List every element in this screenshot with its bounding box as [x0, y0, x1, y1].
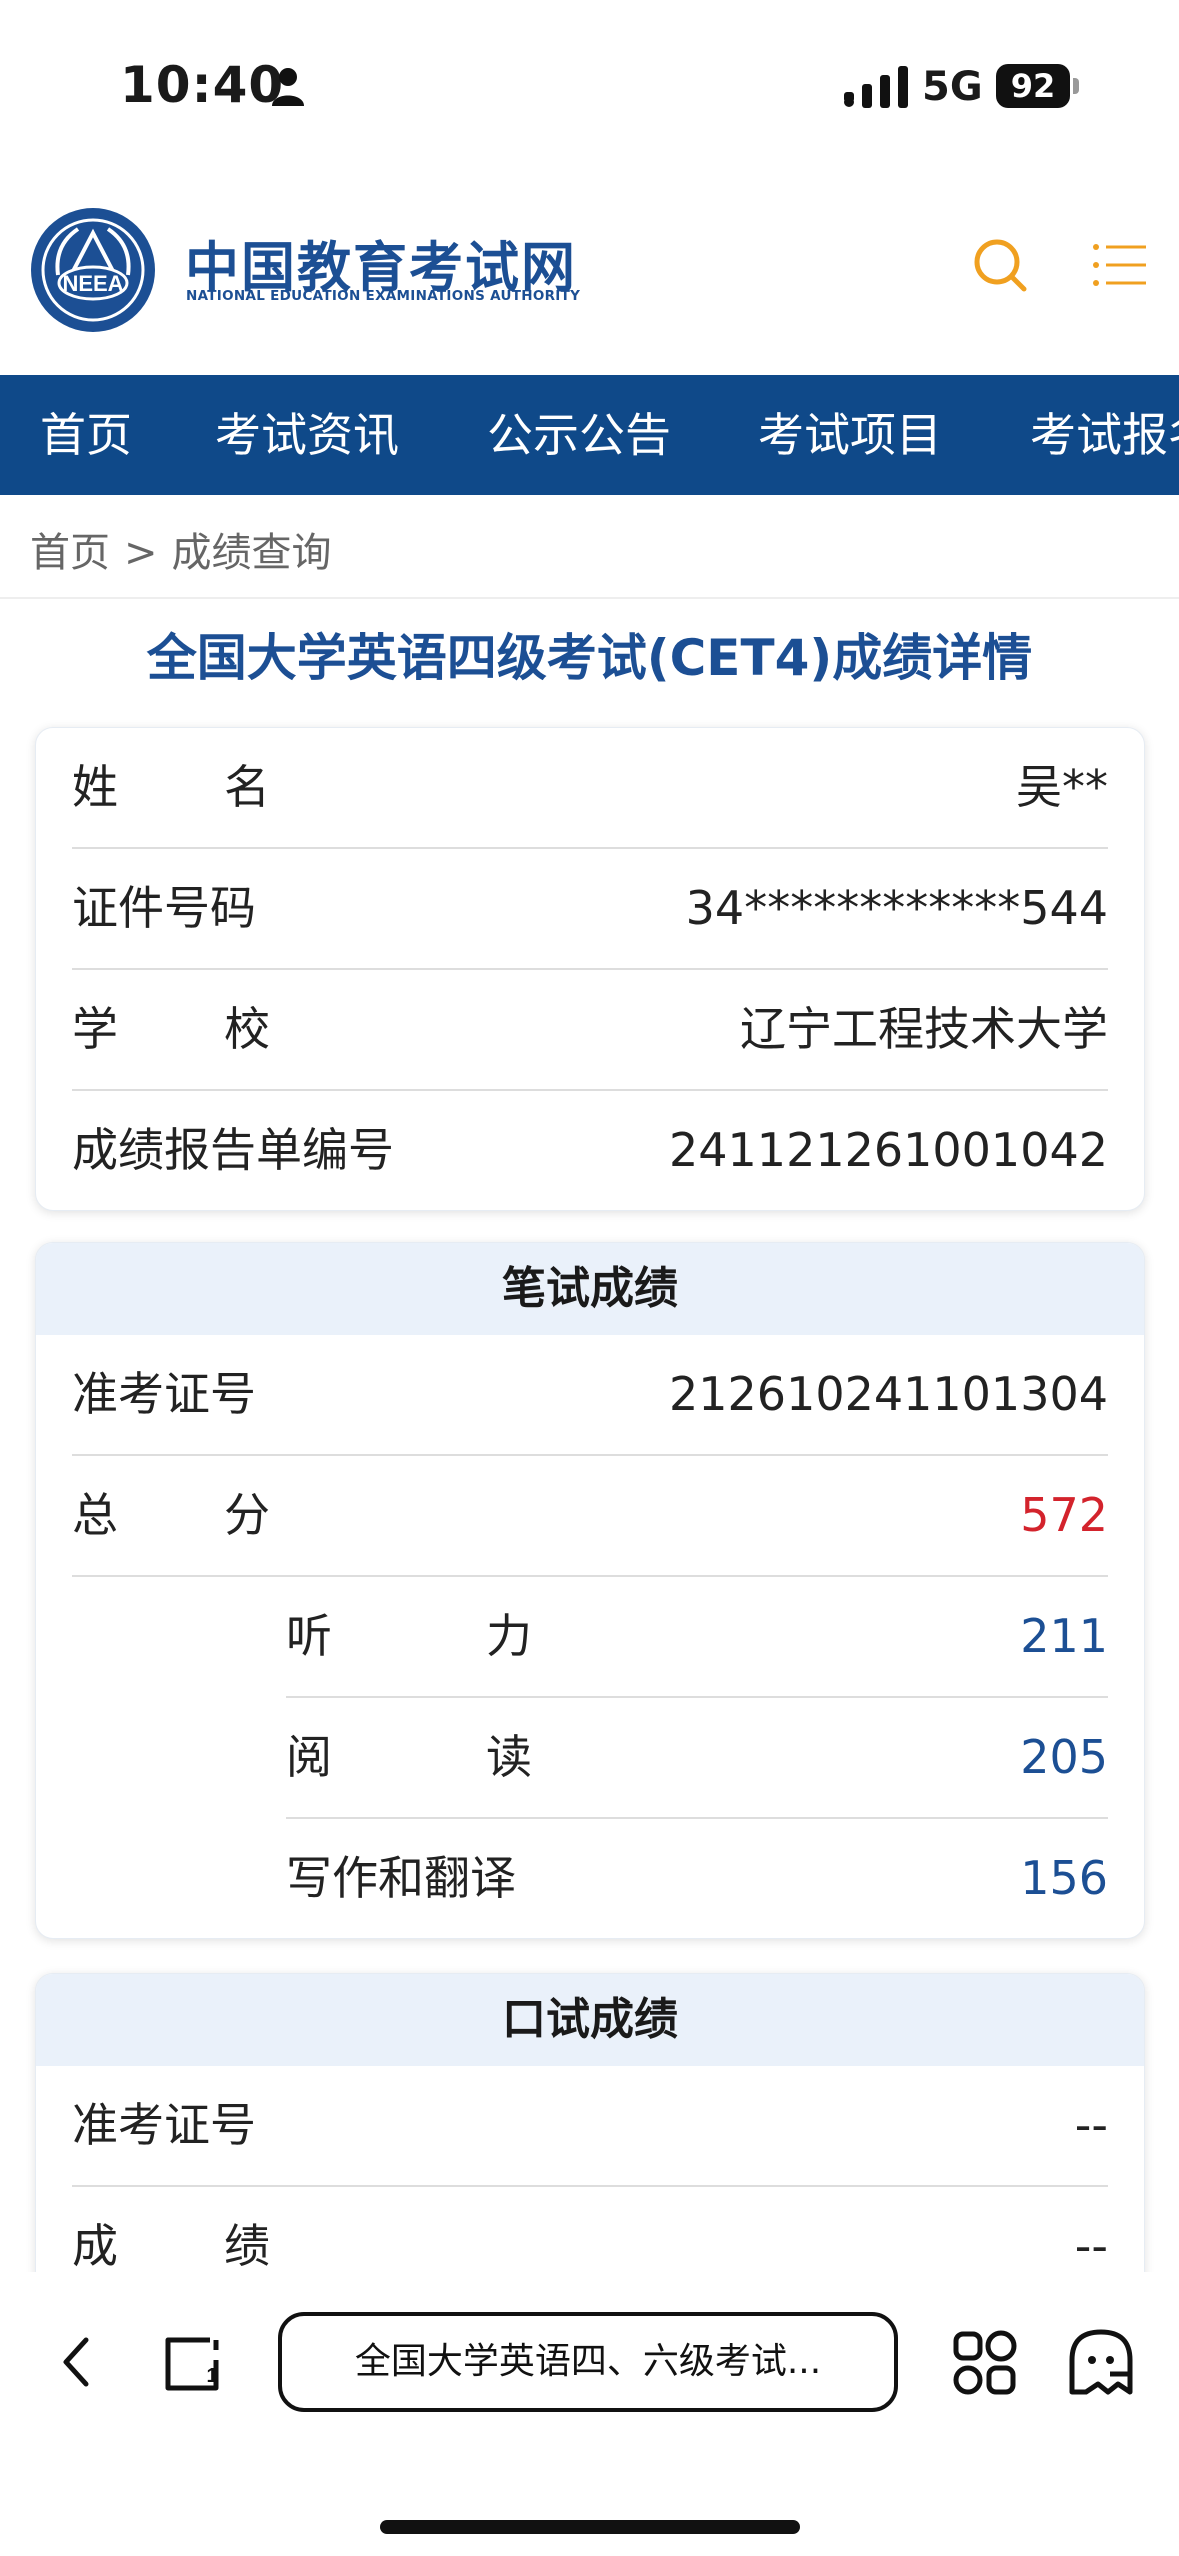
name-label: 姓名: [72, 760, 270, 814]
breadcrumb-home[interactable]: 首页: [30, 530, 110, 576]
svg-text:NEEA: NEEA: [62, 271, 123, 296]
battery-icon: 92: [996, 64, 1080, 108]
nav-item-exams[interactable]: 考试项目: [758, 375, 942, 495]
reading-score-value: 205: [1020, 1730, 1108, 1784]
back-icon[interactable]: [56, 2332, 96, 2392]
breadcrumb: 首页 > 成绩查询: [30, 520, 332, 578]
nav-item-notices[interactable]: 公示公告: [487, 375, 671, 495]
school-label: 学校: [72, 1002, 270, 1056]
person-icon: [272, 68, 304, 106]
school-value: 辽宁工程技术大学: [740, 1002, 1108, 1056]
total-label: 总分: [72, 1488, 270, 1542]
written-score-card: 笔试成绩 准考证号 212610241101304 总分 572 听力 211 …: [35, 1242, 1145, 1939]
written-score-title: 笔试成绩: [36, 1243, 1144, 1335]
neea-logo-icon[interactable]: NEEA: [28, 205, 158, 335]
oral-score-title: 口试成绩: [36, 1974, 1144, 2066]
oral-score-card: 口试成绩 准考证号 -- 成绩 --: [35, 1973, 1145, 2307]
report-row: 成绩报告单编号 241121261001042: [72, 1091, 1108, 1210]
listening-row: 听力 211: [286, 1577, 1108, 1698]
home-indicator: [380, 2520, 800, 2534]
page-title: 全国大学英语四级考试(CET4)成绩详情: [146, 629, 1033, 687]
battery-level: 92: [996, 64, 1070, 108]
site-header: NEEA 中国教育考试网 NATIONAL EDUCATION EXAMINAT…: [0, 195, 1179, 375]
assistant-icon[interactable]: [1066, 2326, 1136, 2398]
school-row: 学校 辽宁工程技术大学: [72, 970, 1108, 1091]
site-logo-subtitle: NATIONAL EDUCATION EXAMINATIONS AUTHORIT…: [186, 288, 581, 304]
id-row: 证件号码 34************544: [72, 849, 1108, 970]
menu-icon[interactable]: [1090, 235, 1150, 295]
listening-label: 听力: [286, 1609, 532, 1663]
nav-item-registration[interactable]: 考试报名: [1030, 375, 1179, 495]
id-value: 34************544: [685, 881, 1108, 935]
status-bar: 10:40 5G 92: [0, 0, 1179, 170]
report-label: 成绩报告单编号: [72, 1123, 394, 1177]
divider: [0, 597, 1179, 599]
status-time: 10:40: [120, 56, 285, 114]
writing-score-value: 156: [1020, 1851, 1108, 1905]
id-label: 证件号码: [72, 881, 256, 935]
tabs-icon[interactable]: 1: [160, 2330, 226, 2396]
name-value: 吴**: [1016, 760, 1108, 814]
breadcrumb-separator: >: [124, 530, 158, 576]
address-bar[interactable]: 全国大学英语四、六级考试...: [278, 2312, 898, 2412]
writing-label: 写作和翻译: [286, 1851, 516, 1905]
name-row: 姓名 吴**: [72, 728, 1108, 849]
apps-grid-icon[interactable]: [952, 2330, 1018, 2396]
written-ticket-row: 准考证号 212610241101304: [72, 1335, 1108, 1456]
oral-ticket-label: 准考证号: [72, 2098, 256, 2152]
oral-ticket-value: --: [1074, 2098, 1108, 2152]
nav-item-home[interactable]: 首页: [40, 375, 132, 495]
reading-label: 阅读: [286, 1730, 532, 1784]
main-nav: 首页 考试资讯 公示公告 考试项目 考试报名: [0, 375, 1179, 495]
listening-score-value: 211: [1020, 1609, 1108, 1663]
writing-row: 写作和翻译 156: [286, 1819, 1108, 1938]
svg-text:1: 1: [206, 2365, 217, 2387]
signal-icon: [844, 66, 908, 108]
search-icon[interactable]: [970, 235, 1030, 295]
ticket-value: 212610241101304: [669, 1367, 1108, 1421]
total-score-value: 572: [1020, 1488, 1108, 1542]
oral-ticket-row: 准考证号 --: [72, 2066, 1108, 2187]
breadcrumb-current: 成绩查询: [171, 530, 332, 576]
reading-row: 阅读 205: [286, 1698, 1108, 1819]
browser-toolbar: 1 全国大学英语四、六级考试...: [0, 2272, 1179, 2556]
total-score-row: 总分 572: [72, 1456, 1108, 1577]
network-type: 5G: [922, 64, 983, 110]
nav-item-news[interactable]: 考试资讯: [215, 375, 399, 495]
personal-info-card: 姓名 吴** 证件号码 34************544 学校 辽宁工程技术大…: [35, 727, 1145, 1211]
ticket-label: 准考证号: [72, 1367, 256, 1421]
report-value: 241121261001042: [669, 1123, 1108, 1177]
